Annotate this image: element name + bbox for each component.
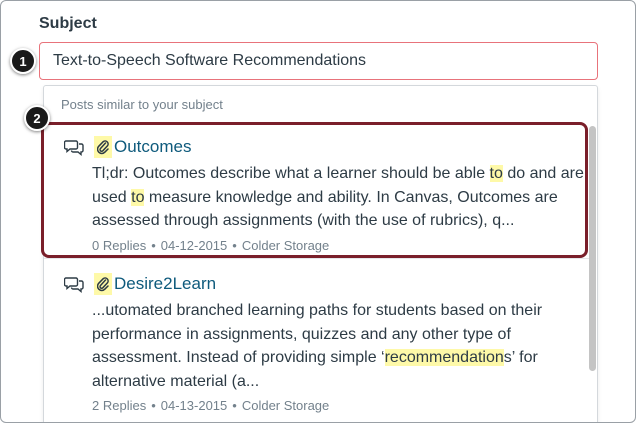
post-divider	[44, 258, 589, 259]
similar-posts-heading: Posts similar to your subject	[61, 97, 223, 112]
attachment-highlight	[94, 273, 112, 295]
dropdown-scrollbar[interactable]	[589, 126, 597, 422]
meta-separator: •	[151, 398, 156, 413]
callout-marker-1: 1	[10, 48, 36, 74]
post-date: 04-13-2015	[160, 398, 228, 413]
post-author: Colder Storage	[241, 398, 330, 413]
subject-input[interactable]	[39, 42, 598, 80]
meta-separator: •	[232, 398, 237, 413]
reply-count: 2 Replies	[92, 398, 147, 413]
search-term-highlight: recommendation	[384, 349, 504, 366]
annotation-highlight-box	[41, 122, 588, 258]
paperclip-icon	[97, 277, 109, 292]
post-title-link[interactable]: Desire2Learn	[114, 274, 216, 294]
screenshot-frame: Subject Posts similar to your subject Ou…	[0, 0, 636, 423]
post-meta: 2 Replies • 04-13-2015 • Colder Storage	[64, 398, 584, 413]
chat-bubbles-icon	[64, 277, 84, 293]
subject-label: Subject	[39, 15, 97, 32]
scrollbar-thumb[interactable]	[589, 126, 596, 371]
post-title-row: Desire2Learn	[64, 273, 584, 295]
post-excerpt: ...utomated branched learning paths for …	[64, 299, 584, 393]
similar-post-item[interactable]: Desire2Learn ...utomated branched learni…	[64, 273, 584, 413]
callout-marker-2: 2	[24, 105, 50, 131]
